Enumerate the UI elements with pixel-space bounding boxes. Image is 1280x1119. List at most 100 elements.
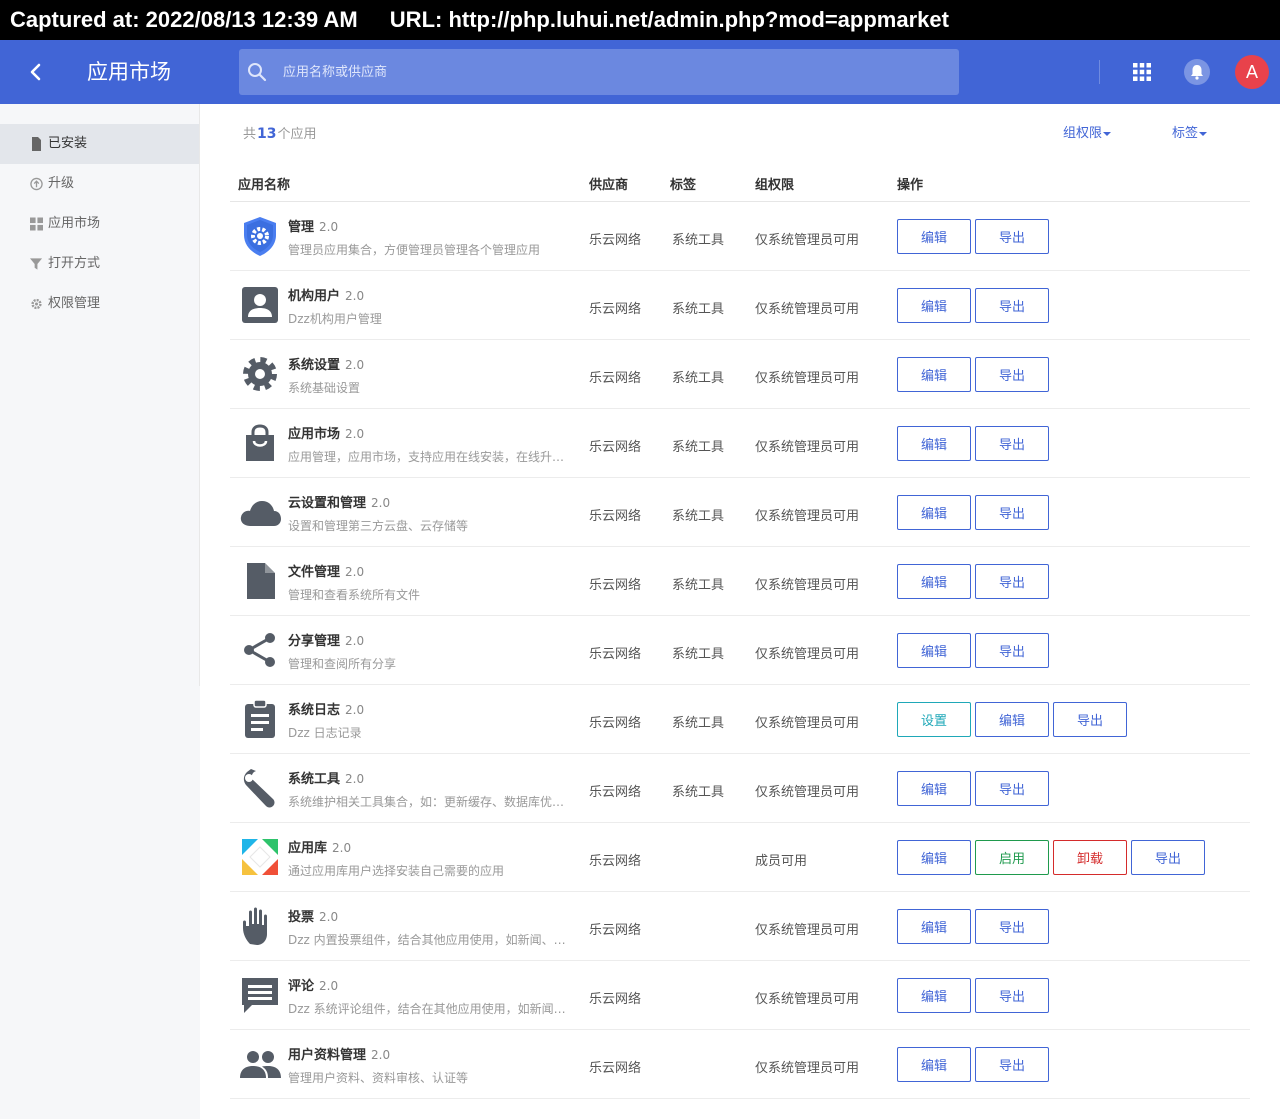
- app-name[interactable]: 评论 2.0: [288, 975, 338, 994]
- app-version: 2.0: [319, 979, 339, 993]
- table-header: 应用名称 供应商 标签 组权限 操作: [230, 160, 1250, 202]
- app-description: 设置和管理第三方云盘、云存储等: [288, 519, 469, 533]
- row-action-button[interactable]: 导出: [1131, 840, 1205, 875]
- row-action-button[interactable]: 导出: [975, 978, 1049, 1013]
- table-row: 评论 2.0 Dzz 系统评论组件，结合在其他应用使用，如新闻、文档等 乐云网络 仅系统…: [230, 961, 1250, 1030]
- app-description: Dzz 系统评论组件，结合在其他应用使用，如新闻、文档等: [288, 1002, 574, 1016]
- sidebar-item-openmode[interactable]: 打开方式: [0, 244, 199, 284]
- sidebar-item-upgrade[interactable]: 升级: [0, 164, 199, 204]
- row-actions: 编辑 导出: [897, 633, 1053, 669]
- sidebar-item-label: 已安装: [48, 136, 88, 151]
- sidebar-item-appmarket[interactable]: 应用市场: [0, 204, 199, 244]
- avatar[interactable]: A: [1235, 55, 1269, 89]
- row-action-button[interactable]: 编辑: [897, 288, 971, 323]
- row-action-button[interactable]: 编辑: [897, 909, 971, 944]
- caret-down-icon: [1103, 131, 1112, 136]
- row-action-button[interactable]: 导出: [975, 495, 1049, 530]
- app-version: 2.0: [345, 565, 365, 579]
- row-action-button[interactable]: 编辑: [897, 771, 971, 806]
- app-name[interactable]: 应用市场 2.0: [288, 423, 364, 442]
- app-vendor: 乐云网络: [589, 647, 642, 662]
- app-description: 通过应用库用户选择安装自己需要的应用: [288, 864, 505, 878]
- app-name[interactable]: 文件管理 2.0: [288, 561, 364, 580]
- back-icon[interactable]: [22, 58, 50, 86]
- row-action-button[interactable]: 编辑: [897, 426, 971, 461]
- app-name[interactable]: 云设置和管理 2.0: [288, 492, 390, 511]
- row-action-button[interactable]: 卸载: [1053, 840, 1127, 875]
- col-ops: 操作: [897, 178, 924, 193]
- header-divider: [1099, 60, 1100, 84]
- row-action-button[interactable]: 导出: [975, 219, 1049, 254]
- app-vendor: 乐云网络: [589, 854, 642, 869]
- group-permission-filter[interactable]: 组权限: [1063, 124, 1112, 144]
- sidebar-item-label: 权限管理: [48, 296, 101, 311]
- app-tag: 系统工具: [672, 647, 725, 662]
- app-version: 2.0: [345, 634, 365, 648]
- row-action-button[interactable]: 导出: [975, 564, 1049, 599]
- app-name[interactable]: 系统日志 2.0: [288, 699, 364, 718]
- row-action-button[interactable]: 设置: [897, 702, 971, 737]
- row-action-button[interactable]: 导出: [975, 426, 1049, 461]
- app-vendor: 乐云网络: [589, 716, 642, 731]
- row-action-button[interactable]: 编辑: [897, 978, 971, 1013]
- row-actions: 编辑 导出: [897, 288, 1053, 324]
- table-row: 云设置和管理 2.0 设置和管理第三方云盘、云存储等 乐云网络 系统工具 仅系统管理员可用…: [230, 478, 1250, 547]
- search-input[interactable]: [283, 49, 943, 95]
- gear-icon: [31, 298, 42, 310]
- capture-info-bar: Captured at: 2022/08/13 12:39 AM URL: ht…: [0, 0, 1280, 40]
- row-action-button[interactable]: 导出: [975, 909, 1049, 944]
- app-count-number: 13: [257, 126, 277, 142]
- row-action-button[interactable]: 启用: [975, 840, 1049, 875]
- app-permission: 仅系统管理员可用: [755, 716, 860, 731]
- app-name[interactable]: 投票 2.0: [288, 906, 338, 925]
- apps-grid-icon[interactable]: [1132, 62, 1152, 82]
- app-version: 2.0: [345, 289, 365, 303]
- row-action-button[interactable]: 编辑: [897, 840, 971, 875]
- row-action-button[interactable]: 编辑: [897, 357, 971, 392]
- sidebar-bottom: [0, 686, 200, 1119]
- row-action-button[interactable]: 编辑: [897, 633, 971, 668]
- row-action-button[interactable]: 编辑: [897, 1047, 971, 1082]
- bell-icon: [1191, 65, 1203, 80]
- app-permission: 仅系统管理员可用: [755, 785, 860, 800]
- comment-icon: [242, 978, 278, 1013]
- row-actions: 编辑 导出: [897, 909, 1053, 945]
- tag-filter[interactable]: 标签: [1172, 124, 1208, 144]
- app-version: 2.0: [345, 772, 365, 786]
- app-name[interactable]: 用户资料管理 2.0: [288, 1044, 390, 1063]
- row-action-button[interactable]: 编辑: [897, 564, 971, 599]
- search-icon: [248, 63, 267, 82]
- app-name[interactable]: 系统工具 2.0: [288, 768, 364, 787]
- row-actions: 编辑 导出: [897, 219, 1053, 255]
- table-row: 分享管理 2.0 管理和查阅所有分享 乐云网络 系统工具 仅系统管理员可用 编辑 导出: [230, 616, 1250, 685]
- top-header: 应用市场 A: [0, 40, 1280, 104]
- table-row: 用户资料管理 2.0 管理用户资料、资料审核、认证等 乐云网络 仅系统管理员可用 编辑 导出: [230, 1030, 1250, 1099]
- capture-time: Captured at: 2022/08/13 12:39 AM: [10, 7, 358, 32]
- row-action-button[interactable]: 编辑: [975, 702, 1049, 737]
- row-action-button[interactable]: 编辑: [897, 495, 971, 530]
- app-permission: 仅系统管理员可用: [755, 578, 860, 593]
- app-name[interactable]: 系统设置 2.0: [288, 354, 364, 373]
- sidebar-item-permission[interactable]: 权限管理: [0, 284, 199, 324]
- table-row: 投票 2.0 Dzz 内置投票组件，结合其他应用使用，如新闻、文档等 乐云网络 仅系统管…: [230, 892, 1250, 961]
- row-action-button[interactable]: 导出: [975, 633, 1049, 668]
- row-action-button[interactable]: 导出: [975, 771, 1049, 806]
- notification-button[interactable]: [1184, 59, 1210, 85]
- sidebar-item-installed[interactable]: 已安装: [0, 124, 199, 164]
- app-permission: 仅系统管理员可用: [755, 992, 860, 1007]
- app-name[interactable]: 分享管理 2.0: [288, 630, 364, 649]
- table-row: 文件管理 2.0 管理和查看系统所有文件 乐云网络 系统工具 仅系统管理员可用 编辑 导出: [230, 547, 1250, 616]
- app-name[interactable]: 管理 2.0: [288, 216, 338, 235]
- share-icon: [244, 633, 275, 667]
- row-action-button[interactable]: 导出: [975, 357, 1049, 392]
- col-perm: 组权限: [755, 178, 795, 193]
- app-name[interactable]: 机构用户 2.0: [288, 285, 364, 304]
- row-action-button[interactable]: 导出: [975, 288, 1049, 323]
- row-action-button[interactable]: 导出: [1053, 702, 1127, 737]
- app-vendor: 乐云网络: [589, 923, 642, 938]
- app-name[interactable]: 应用库 2.0: [288, 837, 351, 856]
- row-action-button[interactable]: 导出: [975, 1047, 1049, 1082]
- row-action-button[interactable]: 编辑: [897, 219, 971, 254]
- app-permission: 仅系统管理员可用: [755, 509, 860, 524]
- app-vendor: 乐云网络: [589, 233, 642, 248]
